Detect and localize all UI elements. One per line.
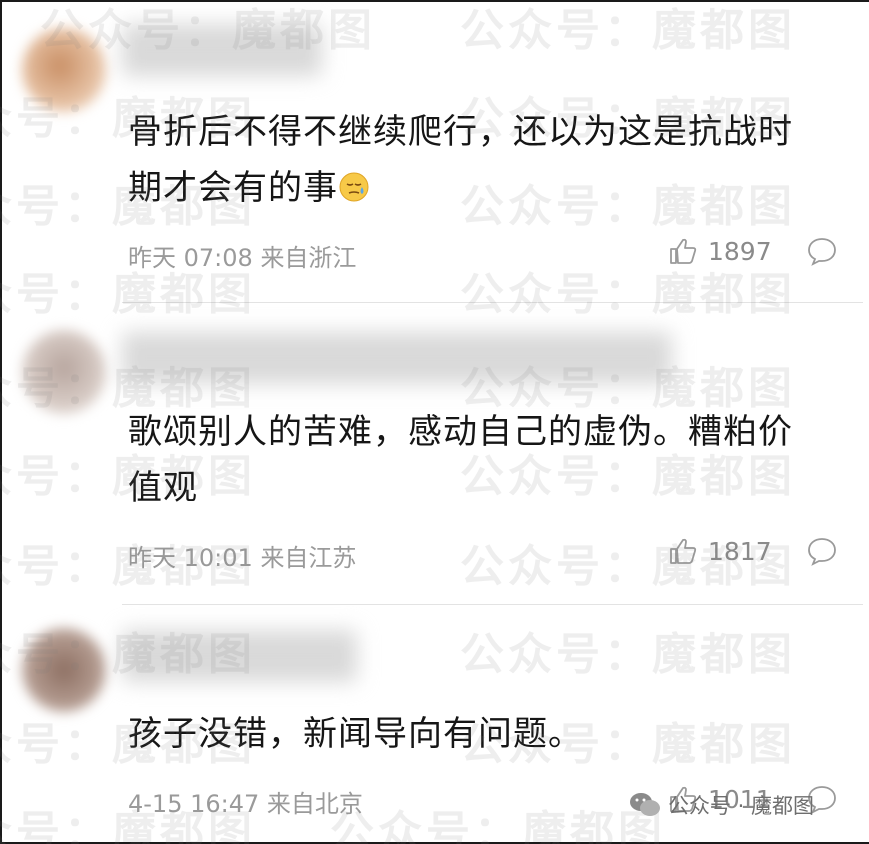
wechat-icon [630,793,660,816]
comment-time: 4-15 16:47 [128,790,260,818]
comment-meta: 4-15 16:47 来自北京 [128,784,363,819]
username-blurred[interactable] [122,630,357,682]
reply-icon[interactable] [806,536,838,566]
like-count: 1817 [708,536,772,566]
comment-location: 来自浙江 [260,244,357,272]
comment-time: 昨天 10:01 [128,544,253,572]
reply-icon[interactable] [806,236,838,266]
like-button[interactable]: 1817 [668,536,772,566]
avatar[interactable] [22,28,106,112]
divider [122,302,863,303]
sad-sweat-emoji-icon [339,172,369,202]
comment-meta: 昨天 07:08 来自浙江 [128,238,356,273]
comment-text: 骨折后不得不继续爬行，还以为这是抗战时期才会有的事 [128,112,793,208]
thumbs-up-icon [670,238,697,264]
comment-location: 来自江苏 [260,544,357,572]
avatar[interactable] [22,330,106,414]
comment-meta: 昨天 10:01 来自江苏 [128,538,356,573]
comment-text: 歌颂别人的苦难，感动自己的虚伪。糟粕价值观 [128,412,793,508]
like-button[interactable]: 1897 [668,236,772,266]
username-blurred[interactable] [122,332,672,384]
account-brand: 公众号 · 魔都图 [628,790,814,820]
avatar[interactable] [22,628,106,712]
username-blurred[interactable] [122,24,322,76]
thumbs-up-icon [670,538,697,564]
divider [122,604,863,605]
comment-time: 昨天 07:08 [128,244,253,272]
brand-label: 公众号 · 魔都图 [668,794,815,818]
comment-text: 孩子没错，新闻导向有问题。 [128,714,583,754]
comment-location: 来自北京 [266,790,363,818]
like-count: 1897 [708,236,772,266]
